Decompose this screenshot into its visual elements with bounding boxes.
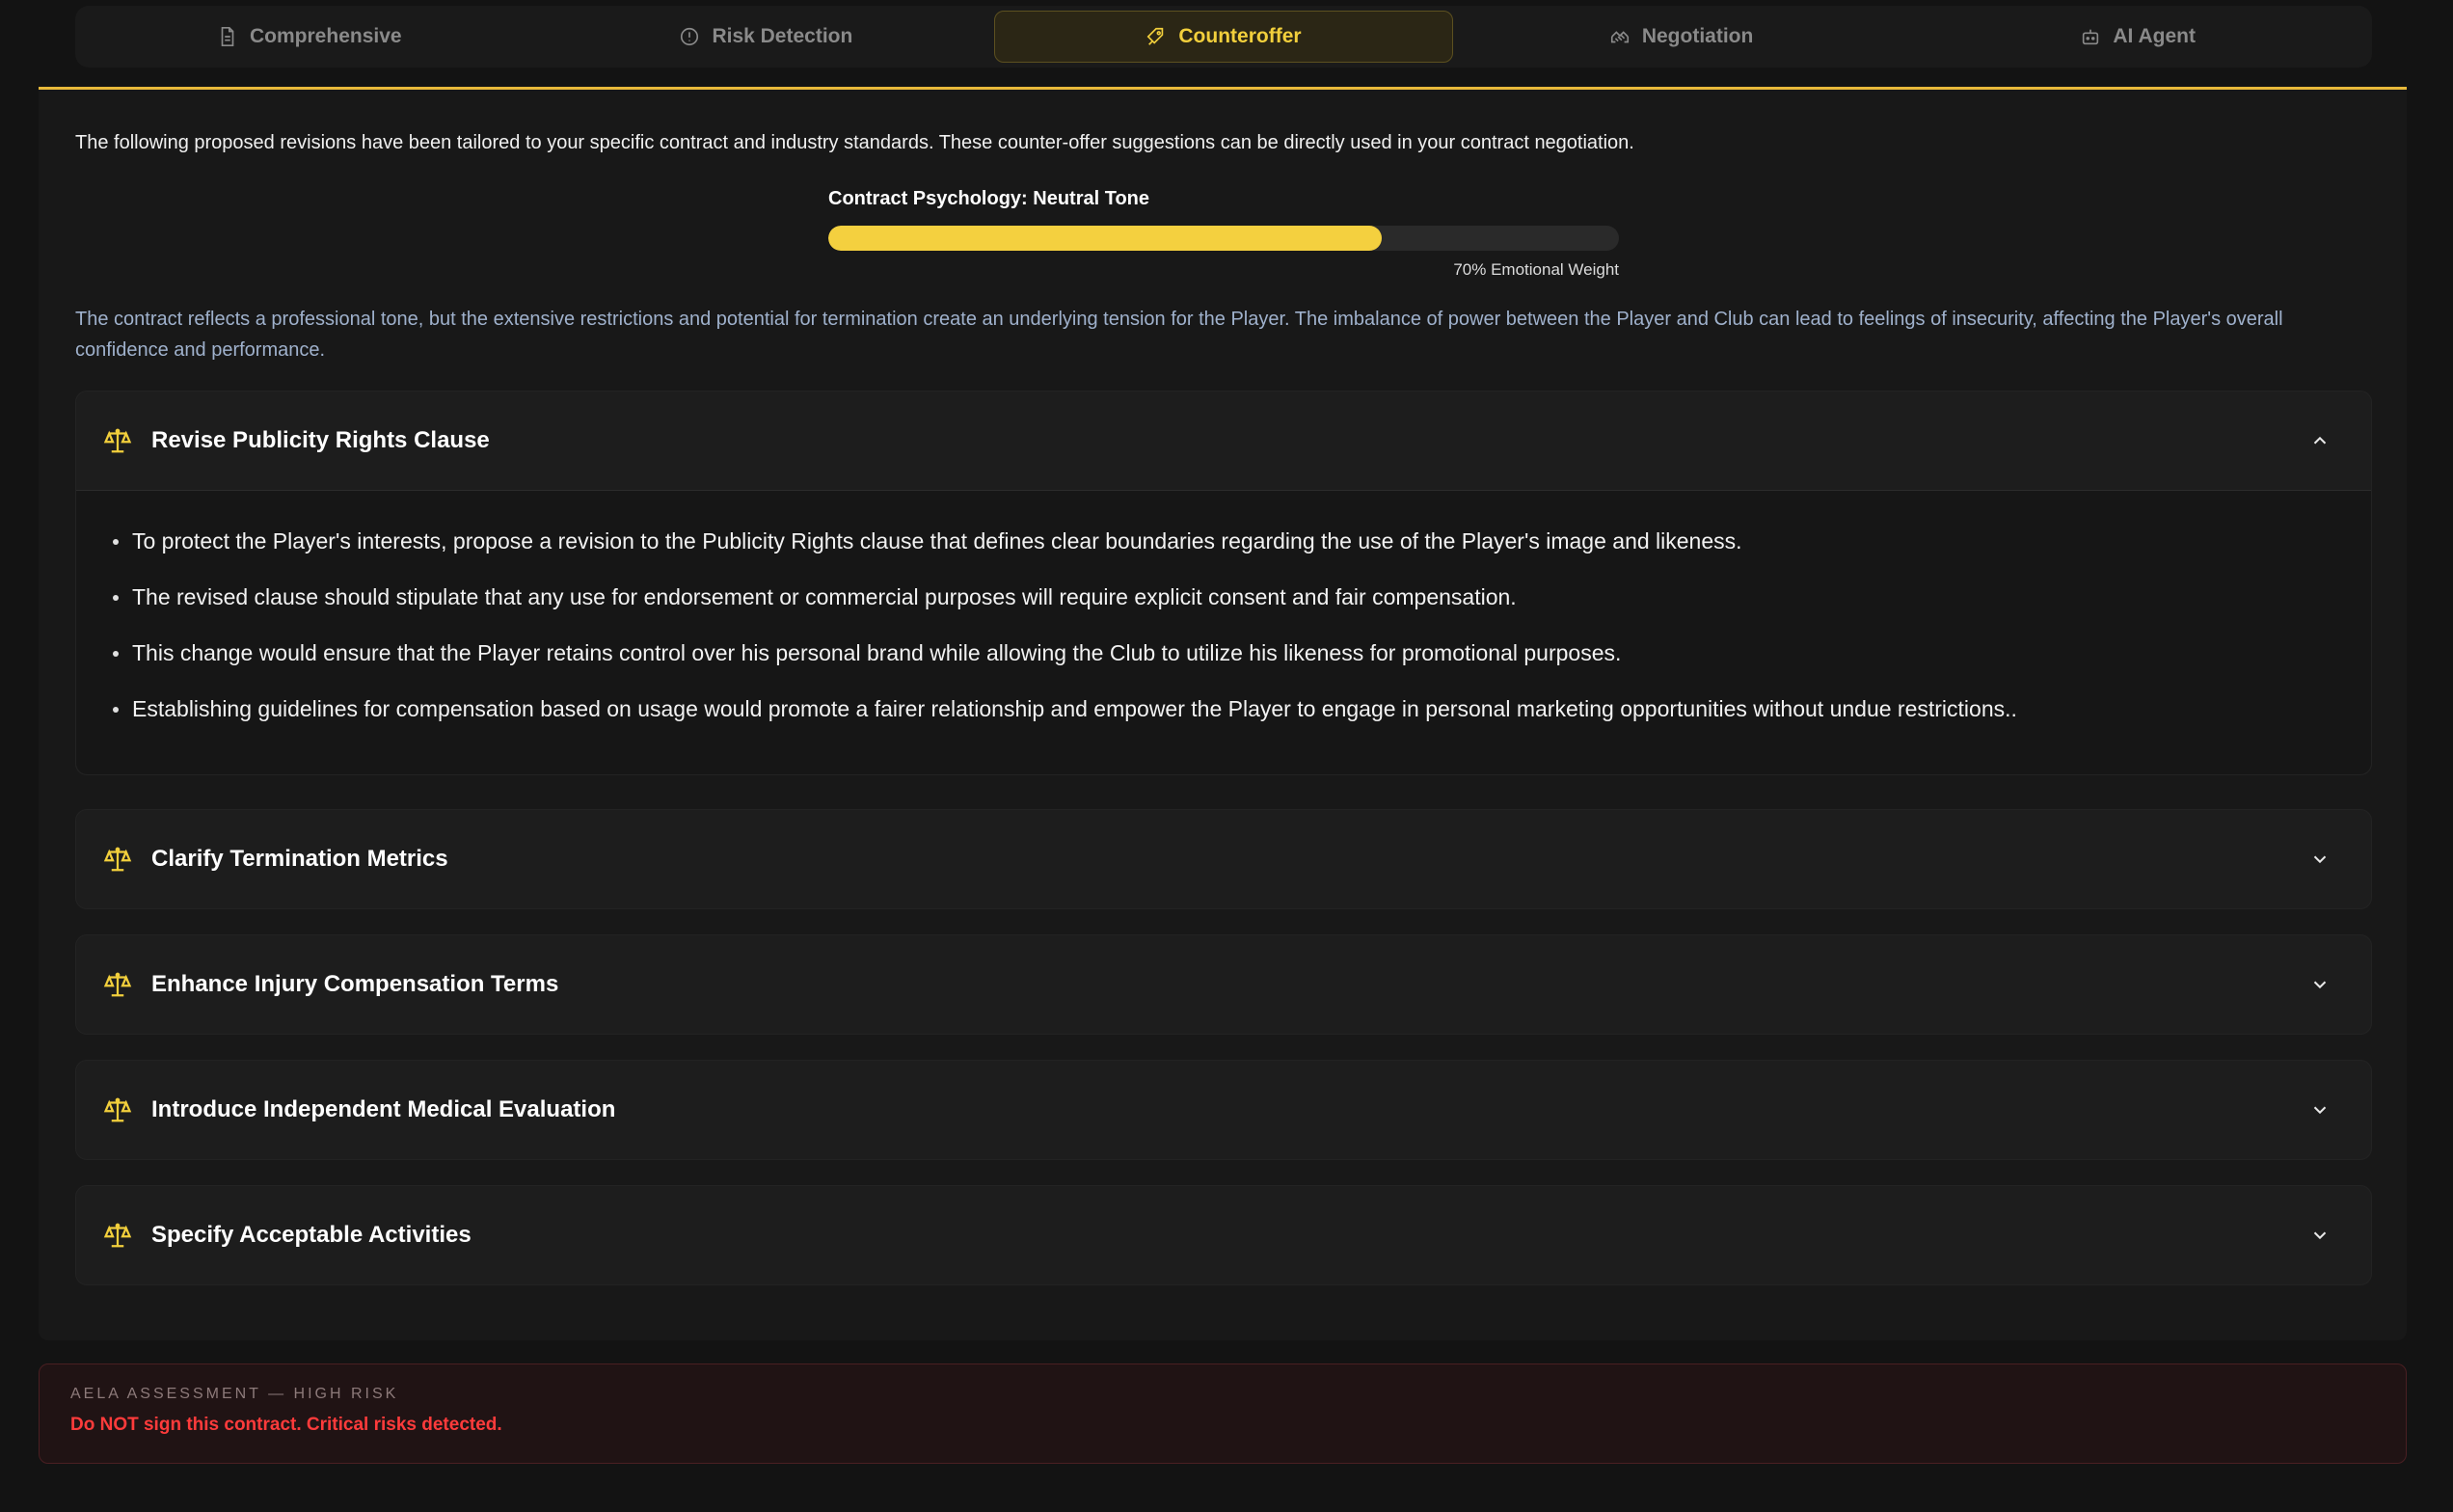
intro-text: The following proposed revisions have be… — [75, 132, 1634, 153]
tab-ai-agent[interactable]: AI Agent — [1909, 11, 2366, 63]
section-independent-medical-evaluation: Introduce Independent Medical Evaluation — [75, 1060, 2372, 1160]
tab-bar: Comprehensive Risk Detection Counteroffe… — [75, 6, 2372, 68]
emotional-weight-label: 70% Emotional Weight — [1453, 260, 1619, 279]
list-item: To protect the Player's interests, propo… — [113, 527, 2334, 554]
assessment-banner: AELA ASSESSMENT — HIGH RISK Do NOT sign … — [39, 1364, 2407, 1464]
section-title: Specify Acceptable Activities — [151, 1222, 472, 1248]
tab-label: AI Agent — [2113, 25, 2196, 47]
chevron-down-icon — [2313, 855, 2327, 864]
section-enhance-injury-compensation: Enhance Injury Compensation Terms — [75, 934, 2372, 1035]
scale-icon — [103, 428, 132, 453]
section-clarify-termination-metrics: Clarify Termination Metrics — [75, 809, 2372, 909]
scale-icon — [103, 972, 132, 997]
section-header[interactable]: Enhance Injury Compensation Terms — [76, 935, 2371, 1034]
bot-icon — [2083, 29, 2099, 45]
tab-label: Risk Detection — [712, 25, 853, 47]
section-header[interactable]: Clarify Termination Metrics — [76, 810, 2371, 908]
tab-label: Comprehensive — [250, 25, 402, 47]
recommendation-list: To protect the Player's interests, propo… — [113, 527, 2334, 722]
chevron-down-icon — [2313, 981, 2327, 989]
section-title: Revise Publicity Rights Clause — [151, 427, 490, 453]
emotional-weight-bar — [828, 226, 1619, 251]
chevron-up-icon — [2313, 436, 2327, 445]
tab-counteroffer[interactable]: Counteroffer — [994, 11, 1453, 63]
psychology-summary: The contract reflects a professional ton… — [75, 309, 2283, 361]
alert-circle-icon — [681, 27, 699, 46]
tab-risk-detection[interactable]: Risk Detection — [538, 11, 995, 63]
section-specify-acceptable-activities: Specify Acceptable Activities — [75, 1185, 2372, 1285]
counteroffer-panel: The following proposed revisions have be… — [39, 87, 2407, 1340]
page: Comprehensive Risk Detection Counteroffe… — [0, 0, 2453, 1512]
contract-psychology: Contract Psychology: Neutral Tone 70% Em… — [828, 188, 1619, 280]
tab-comprehensive[interactable]: Comprehensive — [81, 11, 538, 63]
assessment-label: AELA ASSESSMENT — HIGH RISK — [70, 1386, 399, 1402]
section-body: To protect the Player's interests, propo… — [76, 490, 2371, 774]
section-title: Clarify Termination Metrics — [151, 846, 448, 872]
handshake-icon — [1610, 31, 1629, 43]
chevron-down-icon — [2313, 1231, 2327, 1240]
list-item: The revised clause should stipulate that… — [113, 583, 2334, 610]
section-header[interactable]: Revise Publicity Rights Clause — [76, 392, 2371, 490]
document-icon — [221, 27, 234, 46]
scale-icon — [103, 847, 132, 872]
section-header[interactable]: Introduce Independent Medical Evaluation — [76, 1061, 2371, 1159]
emotional-weight-fill — [828, 226, 1382, 251]
pen-tag-icon — [1146, 27, 1164, 45]
tab-label: Counteroffer — [1178, 25, 1302, 47]
scale-icon — [103, 1097, 132, 1122]
tab-negotiation[interactable]: Negotiation — [1453, 11, 1910, 63]
section-title: Enhance Injury Compensation Terms — [151, 971, 559, 997]
section-revise-publicity-rights: Revise Publicity Rights Clause To protec… — [75, 391, 2372, 775]
psychology-title: Contract Psychology: Neutral Tone — [828, 188, 1150, 209]
section-header[interactable]: Specify Acceptable Activities — [76, 1186, 2371, 1284]
section-title: Introduce Independent Medical Evaluation — [151, 1096, 616, 1122]
list-item: Establishing guidelines for compensation… — [113, 695, 2334, 722]
scale-icon — [103, 1223, 132, 1248]
list-item: This change would ensure that the Player… — [113, 639, 2334, 666]
chevron-down-icon — [2313, 1106, 2327, 1115]
tab-label: Negotiation — [1641, 25, 1754, 47]
assessment-text: Do NOT sign this contract. Critical risk… — [70, 1415, 502, 1435]
